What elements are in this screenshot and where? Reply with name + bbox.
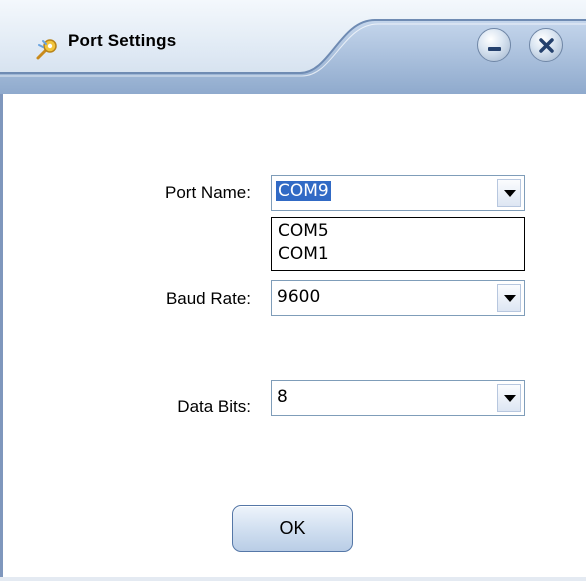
- port-settings-window: Port Settings Port Name: COM9 COM5 COM1 …: [0, 0, 586, 581]
- list-item[interactable]: COM5: [278, 221, 329, 241]
- baud-rate-combobox[interactable]: 9600: [271, 280, 525, 316]
- minimize-icon: [488, 47, 501, 51]
- window-left-border: [0, 94, 3, 581]
- data-bits-value: 8: [277, 387, 288, 407]
- port-name-combobox[interactable]: COM9: [271, 175, 525, 211]
- window-title: Port Settings: [68, 31, 177, 50]
- chevron-down-icon: [504, 190, 516, 197]
- chevron-down-icon: [504, 295, 516, 302]
- port-name-value: COM9: [276, 181, 331, 201]
- data-bits-combobox[interactable]: 8: [271, 380, 525, 416]
- close-icon: [539, 38, 554, 53]
- port-name-label: Port Name:: [165, 183, 251, 202]
- baud-rate-label: Baud Rate:: [165, 289, 251, 308]
- port-name-dropdown-button[interactable]: [497, 179, 521, 207]
- list-item[interactable]: COM1: [278, 244, 329, 264]
- window-bottom-border: [0, 577, 586, 581]
- ok-button[interactable]: OK: [232, 505, 353, 552]
- data-bits-dropdown-button[interactable]: [497, 384, 521, 412]
- chevron-down-icon: [504, 395, 516, 402]
- baud-rate-dropdown-button[interactable]: [497, 284, 521, 312]
- settings-app-icon: [34, 36, 60, 62]
- title-bar[interactable]: Port Settings: [0, 0, 586, 94]
- port-name-dropdown-list: COM5 COM1: [271, 217, 525, 271]
- baud-rate-value: 9600: [277, 287, 321, 307]
- close-button[interactable]: [529, 28, 563, 62]
- minimize-button[interactable]: [477, 28, 511, 62]
- data-bits-label: Data Bits:: [177, 397, 251, 416]
